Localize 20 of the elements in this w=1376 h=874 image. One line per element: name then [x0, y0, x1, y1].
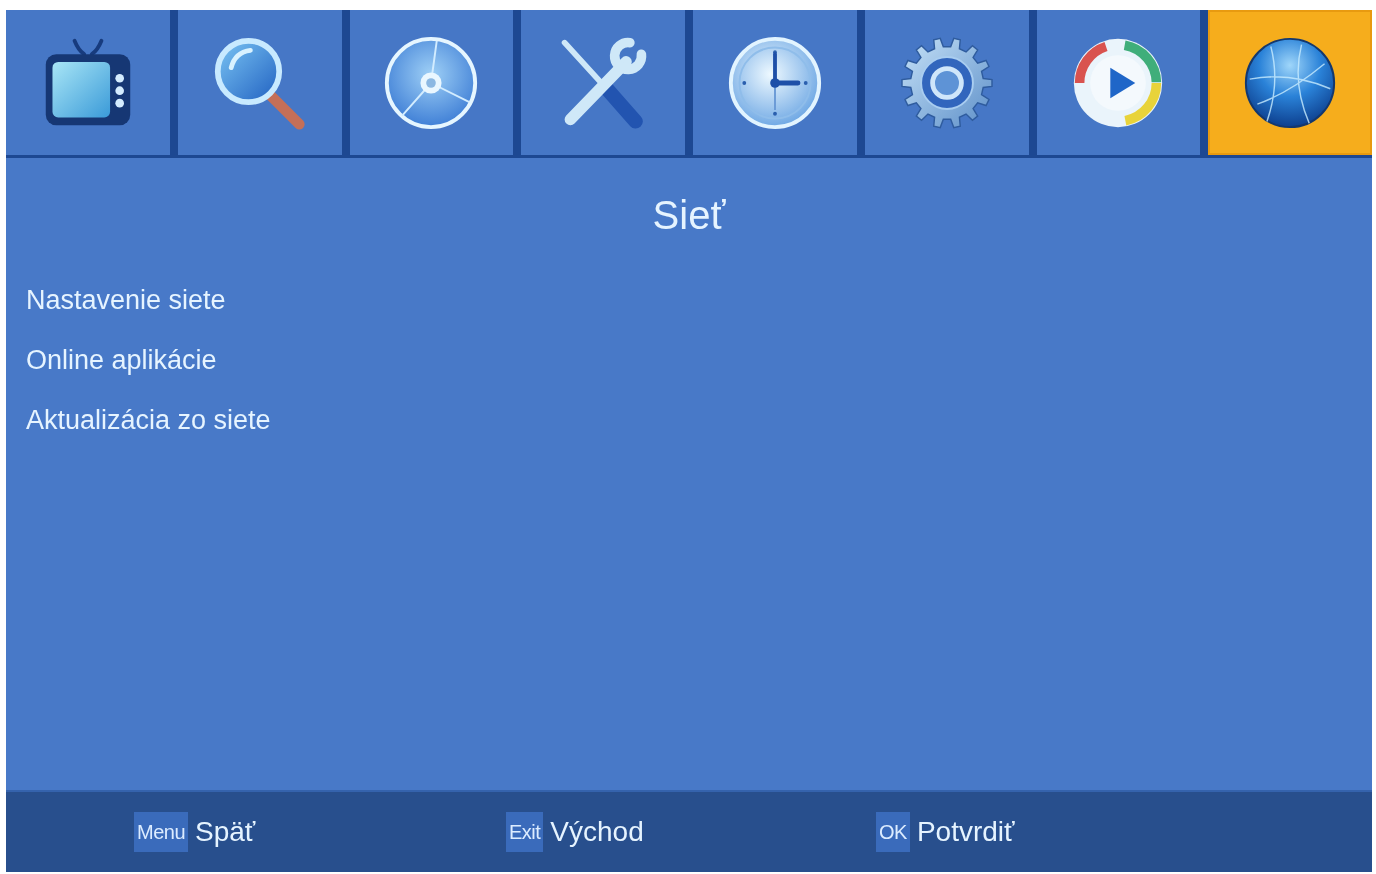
clock-icon	[726, 34, 823, 131]
menu-item[interactable]: Aktualizácia zo siete	[26, 390, 271, 450]
page-title: Sieť	[652, 192, 726, 239]
hint-label: Potvrdiť	[916, 815, 1015, 849]
hint-label: Východ	[550, 815, 644, 849]
menu-tab[interactable]	[349, 10, 514, 155]
remote-key-label: OK	[876, 812, 910, 852]
menu-tab[interactable]	[1036, 10, 1201, 155]
menu-tab[interactable]	[521, 10, 685, 155]
remote-key-label: Exit	[506, 812, 544, 852]
menu-item[interactable]: Nastavenie siete	[26, 270, 226, 330]
menu-tab[interactable]	[177, 10, 342, 155]
menu-item[interactable]: Online aplikácie	[26, 330, 217, 390]
menu-tab[interactable]	[864, 10, 1029, 155]
menu-tab[interactable]	[1208, 10, 1372, 155]
menu-tab[interactable]	[6, 10, 170, 155]
disc-icon	[383, 34, 480, 131]
remote-key-label: Menu	[134, 812, 189, 852]
hint-label: Späť	[195, 815, 256, 849]
menu-tab[interactable]	[693, 10, 857, 155]
